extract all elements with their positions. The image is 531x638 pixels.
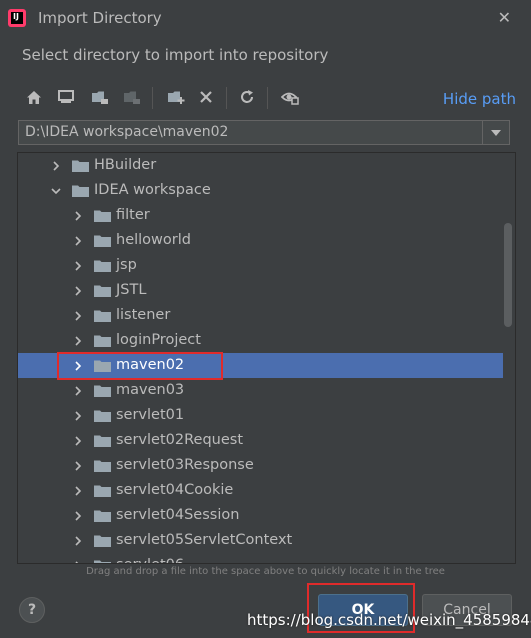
tree-item-label: servlet01 [116, 407, 185, 423]
tree-item-label: servlet04Cookie [116, 482, 234, 498]
toolbar: Hide path [20, 85, 520, 111]
folder-icon [94, 559, 111, 563]
folder-icon [94, 459, 111, 472]
folder-icon [94, 434, 111, 447]
directory-tree[interactable]: HBuilder IDEA workspace filter helloworld js… [17, 152, 516, 564]
folder-icon [94, 509, 111, 522]
tree-item[interactable]: servlet03Response [18, 453, 503, 478]
refresh-icon[interactable] [237, 87, 257, 107]
module-folder-icon[interactable] [122, 87, 142, 107]
folder-icon [94, 384, 111, 397]
intellij-icon: IJ [8, 9, 26, 27]
tree-item-label: IDEA workspace [94, 182, 211, 198]
chevron-right-icon[interactable] [73, 285, 83, 296]
chevron-right-icon[interactable] [73, 460, 83, 471]
tree-item-label: servlet03Response [116, 457, 254, 473]
project-folder-icon[interactable] [90, 87, 110, 107]
tree-item[interactable]: jsp [18, 253, 503, 278]
tree-item-label: loginProject [116, 332, 201, 348]
chevron-right-icon[interactable] [73, 335, 83, 346]
tree-item-label: HBuilder [94, 157, 157, 173]
folder-icon [94, 259, 111, 272]
tree-item[interactable]: servlet05ServletContext [18, 528, 503, 553]
help-button[interactable]: ? [19, 597, 45, 623]
tree-scrollbar[interactable] [504, 223, 512, 327]
tree-item[interactable]: servlet04Session [18, 503, 503, 528]
folder-icon [94, 284, 111, 297]
folder-icon [94, 334, 111, 347]
tree-item-label: JSTL [116, 282, 147, 298]
chevron-right-icon[interactable] [73, 560, 83, 563]
tree-item-label: servlet05ServletContext [116, 532, 293, 548]
folder-icon [72, 184, 89, 197]
tree-item[interactable]: servlet04Cookie [18, 478, 503, 503]
chevron-right-icon[interactable] [73, 310, 83, 321]
chevron-right-icon[interactable] [73, 535, 83, 546]
tree-item[interactable]: loginProject [18, 328, 503, 353]
folder-icon [94, 359, 111, 372]
tree-item-label: maven02 [116, 357, 185, 373]
tree-item[interactable]: servlet02Request [18, 428, 503, 453]
chevron-right-icon[interactable] [73, 385, 83, 396]
chevron-right-icon[interactable] [73, 260, 83, 271]
folder-icon [94, 234, 111, 247]
tree-item-label: filter [116, 207, 150, 223]
title-bar: IJ Import Directory ✕ [0, 0, 531, 36]
folder-icon [94, 309, 111, 322]
tree-item[interactable]: maven02 [18, 353, 503, 378]
tree-item[interactable]: servlet01 [18, 403, 503, 428]
chevron-right-icon[interactable] [73, 235, 83, 246]
drag-drop-hint: Drag and drop a file into the space abov… [86, 566, 445, 577]
watermark: https://blog.csdn.net/weixin_45859844 [247, 611, 531, 629]
chevron-right-icon[interactable] [73, 360, 83, 371]
tree-item-label: servlet06 [116, 557, 184, 563]
chevron-right-icon[interactable] [51, 160, 61, 171]
show-hidden-icon[interactable] [280, 87, 300, 107]
chevron-right-icon[interactable] [73, 210, 83, 221]
tree-item[interactable]: IDEA workspace [18, 178, 503, 203]
desktop-icon[interactable] [56, 87, 76, 107]
tree-item[interactable]: filter [18, 203, 503, 228]
hide-path-link[interactable]: Hide path [443, 90, 516, 108]
folder-icon [94, 484, 111, 497]
chevron-right-icon[interactable] [73, 435, 83, 446]
chevron-right-icon[interactable] [73, 510, 83, 521]
tree-item-label: jsp [116, 257, 137, 273]
tree-item-label: maven03 [116, 382, 185, 398]
folder-icon [94, 209, 111, 222]
tree-item[interactable]: JSTL [18, 278, 503, 303]
path-combobox[interactable]: D:\IDEA workspace\maven02 [18, 120, 510, 145]
delete-icon[interactable] [196, 87, 216, 107]
tree-item[interactable]: helloworld [18, 228, 503, 253]
new-folder-icon[interactable] [166, 87, 186, 107]
tree-item-label: helloworld [116, 232, 191, 248]
chevron-right-icon[interactable] [73, 485, 83, 496]
home-icon[interactable] [24, 87, 44, 107]
tree-item[interactable]: listener [18, 303, 503, 328]
chevron-down-icon[interactable] [482, 121, 509, 144]
chevron-right-icon[interactable] [73, 410, 83, 421]
folder-icon [72, 159, 89, 172]
window-title: Import Directory [38, 9, 162, 27]
folder-icon [94, 534, 111, 547]
tree-item[interactable]: servlet06 [18, 553, 503, 563]
tree-item-label: servlet04Session [116, 507, 240, 523]
tree-item-label: servlet02Request [116, 432, 244, 448]
tree-item[interactable]: HBuilder [18, 153, 503, 178]
close-icon[interactable]: ✕ [498, 8, 511, 27]
path-input[interactable]: D:\IDEA workspace\maven02 [25, 124, 228, 140]
tree-item[interactable]: maven03 [18, 378, 503, 403]
chevron-down-icon[interactable] [51, 185, 61, 195]
tree-item-label: listener [116, 307, 171, 323]
folder-icon [94, 409, 111, 422]
dialog-description: Select directory to import into reposito… [22, 46, 329, 64]
